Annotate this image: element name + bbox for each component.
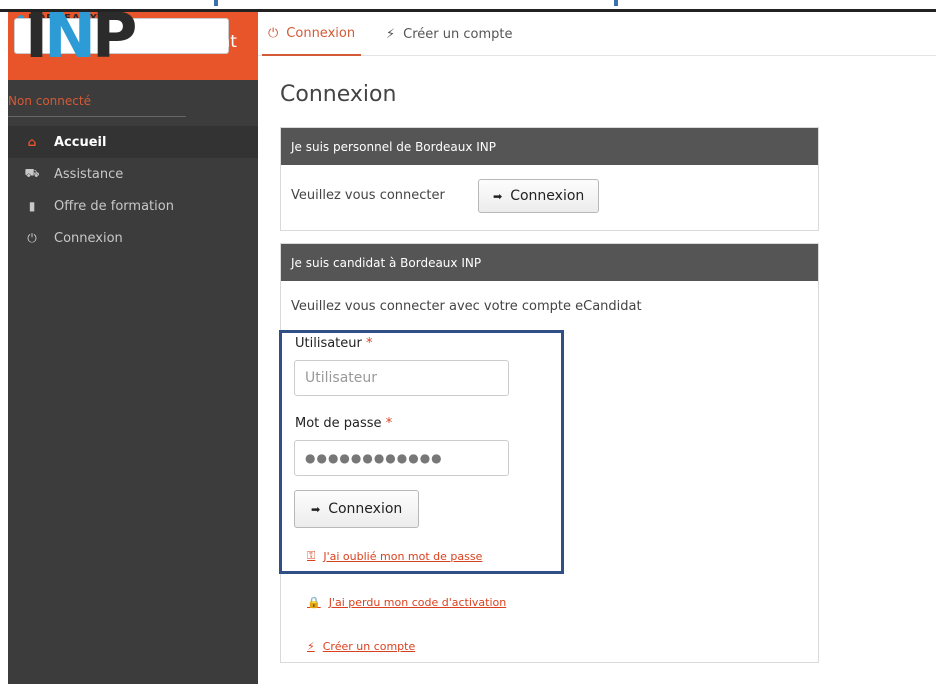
magic-wand-icon: ⚡ [386, 26, 396, 42]
staff-prompt: Veuillez vous connecter [291, 188, 445, 203]
panel-heading: Je suis personnel de Bordeaux INP [281, 128, 818, 165]
power-icon: ⏻ [268, 25, 279, 41]
sidebar-menu: ⌂ Accueil ⛟ Assistance ▮ Offre de format… [8, 126, 258, 254]
link-label: J'ai perdu mon code d'activation [328, 596, 507, 609]
page-title: Connexion [280, 82, 397, 107]
top-decoration [614, 0, 618, 6]
logo-letter-p: P [91, 12, 137, 72]
staff-login-panel: Je suis personnel de Bordeaux INP Veuill… [280, 127, 819, 231]
sidebar-item-accueil[interactable]: ⌂ Accueil [8, 126, 258, 158]
staff-connexion-button[interactable]: ➡ Connexion [478, 179, 600, 213]
highlight-box [279, 330, 564, 574]
sidebar-item-label: Connexion [54, 230, 123, 246]
create-account-link[interactable]: ⚡ Créer un compte [307, 640, 415, 653]
link-label: Créer un compte [322, 640, 416, 653]
sidebar-item-label: Accueil [54, 134, 107, 150]
sidebar-item-assistance[interactable]: ⛟ Assistance [8, 158, 258, 190]
sidebar-item-connexion[interactable]: ⏻ Connexion [8, 222, 258, 254]
candidate-prompt: Veuillez vous connecter avec votre compt… [291, 299, 642, 314]
sidebar: BORDEAUX INP eCandidat Non connecté ⌂ Ac… [8, 12, 258, 684]
status-text: Non connecté [8, 94, 91, 108]
logo-letter-n: N [44, 12, 96, 72]
tab-connexion[interactable]: ⏻ Connexion [262, 12, 362, 56]
tab-bar: ⏻ Connexion ⚡ Créer un compte [258, 12, 936, 56]
tab-label: Créer un compte [403, 26, 513, 42]
sidebar-item-label: Offre de formation [54, 198, 174, 214]
ambulance-icon: ⛟ [24, 166, 40, 180]
sidebar-item-label: Assistance [54, 166, 124, 182]
lock-icon: 🔒 [307, 596, 321, 609]
home-icon: ⌂ [27, 135, 37, 149]
connection-status: Non connecté [8, 86, 258, 118]
sidebar-item-offre-de-formation[interactable]: ▮ Offre de formation [8, 190, 258, 222]
magic-wand-icon: ⚡ [307, 640, 315, 653]
logo-letter-i: I [25, 12, 48, 72]
lost-activation-code-link[interactable]: 🔒 J'ai perdu mon code d'activation [307, 596, 506, 609]
divider [8, 116, 186, 117]
power-icon: ⏻ [27, 230, 37, 245]
app-name: eCandidat [150, 32, 237, 52]
button-label: Connexion [510, 188, 585, 204]
tab-label: Connexion [286, 25, 356, 41]
window-top-strip [0, 0, 936, 12]
panel-heading: Je suis candidat à Bordeaux INP [281, 244, 818, 281]
sign-in-icon: ➡ [493, 189, 503, 203]
brand-logo[interactable]: BORDEAUX INP eCandidat [8, 12, 258, 80]
tab-creer-un-compte[interactable]: ⚡ Créer un compte [386, 12, 512, 56]
bookmark-icon: ▮ [28, 199, 36, 213]
top-decoration [214, 0, 218, 6]
